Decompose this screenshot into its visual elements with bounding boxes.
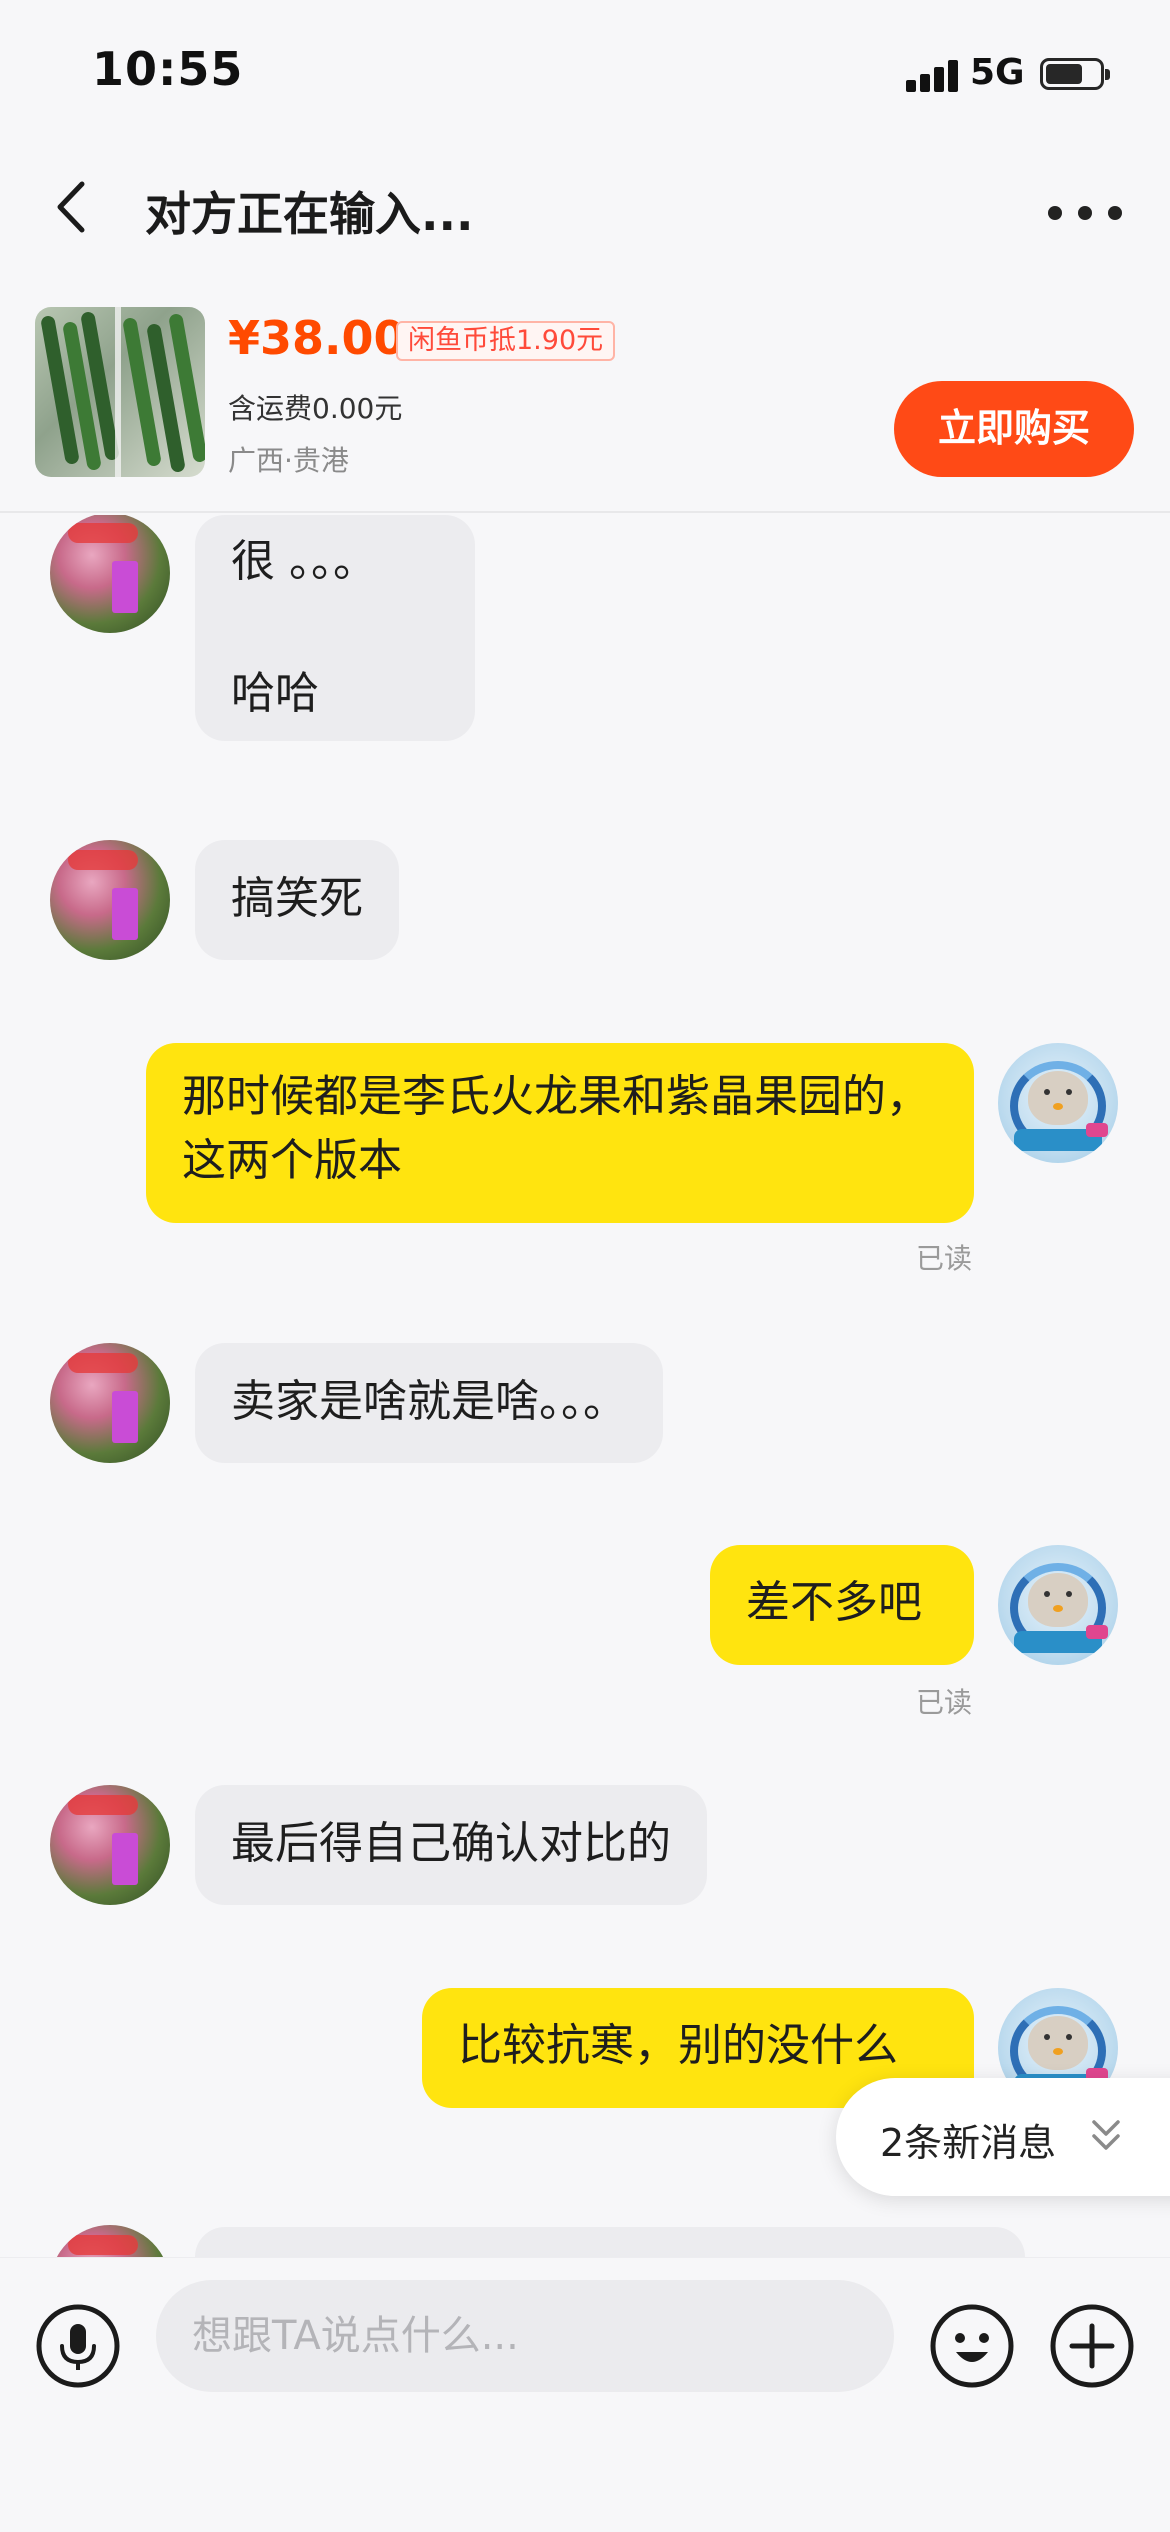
seller-location: 广西·贵港 xyxy=(228,444,349,477)
seller-avatar[interactable] xyxy=(50,2225,170,2257)
read-status: 已读 xyxy=(915,1686,972,1719)
message-bubble[interactable]: 搞笑死 xyxy=(195,840,399,960)
message-text: 比较抗寒，别的没什么 xyxy=(458,2020,898,2071)
new-messages-label: 2条新消息 xyxy=(880,2121,1057,2165)
signal-icon xyxy=(906,58,960,92)
message-text: 最后得自己确认对比的 xyxy=(231,1818,671,1869)
message-text: 差不多吧 xyxy=(746,1577,922,1628)
message-input[interactable] xyxy=(156,2280,894,2392)
back-icon[interactable] xyxy=(44,172,104,242)
chat-messages[interactable]: 很 。。。 哈哈 搞笑死 那时候都是李氏火龙果和紫晶果园的，这两个版本 已读 卖… xyxy=(0,515,1170,2257)
message-text: 卖家是啥就是啥。。。 xyxy=(231,1376,627,1427)
chevron-down-icon xyxy=(1086,2114,1126,2158)
plus-icon[interactable] xyxy=(1048,2302,1136,2390)
emoji-icon[interactable] xyxy=(928,2302,1016,2390)
message-bubble[interactable]: 那时候都是李氏火龙果和紫晶果园的，这两个版本 xyxy=(146,1043,974,1223)
message-text: 搞笑死 xyxy=(231,873,363,924)
message-bubble[interactable]: 差不多吧 xyxy=(710,1545,974,1665)
message-bubble[interactable] xyxy=(195,2227,1025,2257)
coin-discount-badge: 闲鱼币抵1.90元 xyxy=(396,321,616,361)
new-messages-button[interactable]: 2条新消息 xyxy=(836,2078,1170,2196)
page-title: 对方正在输入... xyxy=(145,187,474,241)
product-thumbnail[interactable] xyxy=(35,307,205,477)
mic-icon[interactable] xyxy=(34,2302,122,2390)
user-avatar[interactable] xyxy=(998,1545,1118,1665)
shipping-info: 含运费0.00元 xyxy=(228,392,403,425)
message-text: 那时候都是李氏火龙果和紫晶果园的，这两个版本 xyxy=(182,1071,930,1186)
more-icon[interactable] xyxy=(1040,180,1130,240)
network-label: 5G xyxy=(970,52,1025,93)
user-avatar[interactable] xyxy=(998,1043,1118,1163)
chat-header: 对方正在输入... xyxy=(0,150,1170,270)
message-bubble[interactable]: 卖家是啥就是啥。。。 xyxy=(195,1343,663,1463)
seller-avatar[interactable] xyxy=(50,1785,170,1905)
battery-icon xyxy=(1040,58,1110,90)
product-card[interactable]: ¥38.00 闲鱼币抵1.90元 含运费0.00元 广西·贵港 立即购买 xyxy=(0,295,1170,513)
seller-avatar[interactable] xyxy=(50,515,170,633)
message-bubble[interactable]: 很 。。。 哈哈 xyxy=(195,515,475,741)
buy-now-button[interactable]: 立即购买 xyxy=(894,381,1134,477)
status-time: 10:55 xyxy=(92,42,244,96)
input-bar xyxy=(0,2257,1170,2532)
seller-avatar[interactable] xyxy=(50,1343,170,1463)
message-text: 很 。。。 哈哈 xyxy=(231,536,377,719)
read-status: 已读 xyxy=(915,1242,972,1275)
status-bar: 10:55 5G xyxy=(0,0,1170,150)
message-bubble[interactable]: 最后得自己确认对比的 xyxy=(195,1785,707,1905)
product-price: ¥38.00 xyxy=(228,311,406,365)
seller-avatar[interactable] xyxy=(50,840,170,960)
